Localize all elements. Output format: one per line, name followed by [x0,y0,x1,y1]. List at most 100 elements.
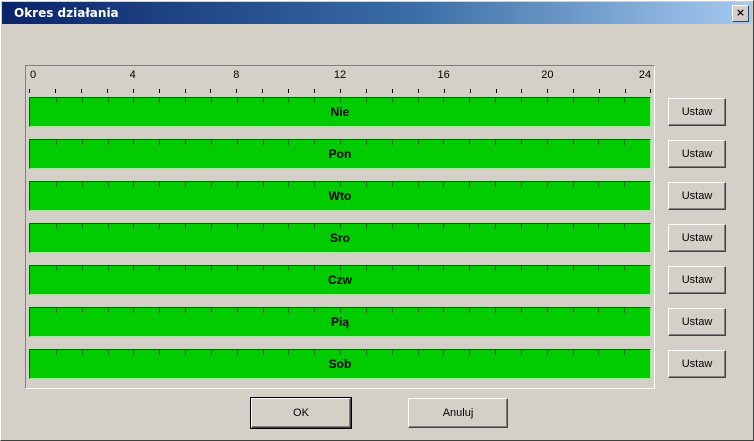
hour-tick [81,182,83,187]
hour-tick [391,266,393,271]
hour-tick [520,350,522,355]
day-label: Nie [330,105,350,119]
hour-tick [81,266,83,271]
hour-tick [55,140,57,145]
hour-tick [443,224,445,229]
hour-tick [417,224,419,229]
hour-tick [624,98,626,103]
hour-tick [391,98,393,103]
hour-tick [185,350,186,355]
day-label: Sob [328,357,352,371]
day-schedule-bar[interactable]: Sro [29,223,651,253]
hour-tick [572,182,574,187]
hour-tick [262,182,264,187]
hour-tick [572,140,574,145]
hour-tick [572,224,574,229]
hour-tick [81,98,83,103]
ruler-tick [547,89,549,93]
day-schedule-bar[interactable]: Wto [29,181,651,211]
hour-tick [624,266,626,271]
hour-tick [288,308,290,313]
hour-tick [495,182,496,187]
hour-tick [546,140,548,145]
hour-tick [81,224,83,229]
day-schedule-bar[interactable]: Sob [29,349,651,379]
ok-button[interactable]: OK [250,397,352,429]
day-schedule-bar[interactable]: Czw [29,265,651,295]
hour-tick [469,350,471,355]
ruler-tick [158,89,160,93]
ruler-tick [80,89,82,93]
set-button[interactable]: Ustaw [668,350,726,378]
hour-tick [314,140,316,145]
hour-tick [159,266,161,271]
day-label: Sro [329,231,351,245]
hour-tick [133,98,135,103]
hour-tick [469,308,471,313]
ruler-tick [314,89,316,93]
ruler-tick [184,89,186,93]
hour-tick [133,140,135,145]
hour-tick [520,182,522,187]
hour-tick [210,350,212,355]
hour-tick [210,224,212,229]
hour-tick [236,98,238,103]
ruler-tick [625,89,627,93]
hour-tick [572,98,574,103]
hour-tick [133,224,135,229]
ruler-tick [288,89,290,93]
hour-tick [55,224,57,229]
hour-ruler: 0 4 8 12 16 20 24 [29,65,651,95]
hour-tick [236,308,238,313]
hour-tick [624,350,626,355]
set-button[interactable]: Ustaw [668,140,726,168]
hour-tick [391,350,393,355]
ruler-tick [236,89,238,93]
hour-tick [185,266,186,271]
set-button[interactable]: Ustaw [668,98,726,126]
hour-tick [340,98,341,103]
hour-tick [469,266,471,271]
hour-tick [520,224,522,229]
ruler-tick [340,89,341,93]
ruler-tick [573,89,575,93]
ruler-tick [210,89,212,93]
title-bar[interactable]: Okres działania × [2,2,752,24]
hour-label: 16 [437,69,450,81]
ruler-tick [469,89,471,93]
hour-tick [107,308,109,313]
day-schedule-bar[interactable]: Pią [29,307,651,337]
day-schedule-bar[interactable]: Pon [29,139,651,169]
hour-tick [340,266,341,271]
ruler-tick [262,89,264,93]
hour-tick [159,308,161,313]
hour-tick [159,140,161,145]
hour-tick [55,182,57,187]
hour-label: 0 [29,69,37,81]
day-schedule-bar[interactable]: Nie [29,97,651,127]
set-button[interactable]: Ustaw [668,266,726,294]
set-button[interactable]: Ustaw [668,308,726,336]
hour-tick [624,140,626,145]
hour-tick [495,350,496,355]
hour-tick [391,182,393,187]
cancel-button[interactable]: Anuluj [408,398,508,428]
hour-tick [417,98,419,103]
set-button[interactable]: Ustaw [668,224,726,252]
hour-tick [133,182,135,187]
close-button[interactable]: × [732,5,749,22]
hour-tick [236,224,238,229]
hour-tick [340,308,341,313]
hour-tick [185,308,186,313]
hour-label: 4 [129,69,136,81]
hour-tick [546,98,548,103]
hour-tick [340,182,341,187]
hour-tick [546,266,548,271]
day-label: Pią [330,315,350,329]
set-button[interactable]: Ustaw [668,182,726,210]
hour-tick [546,182,548,187]
hour-tick [520,98,522,103]
ruler-tick [29,89,30,93]
hour-tick [262,140,264,145]
hour-tick [55,266,57,271]
